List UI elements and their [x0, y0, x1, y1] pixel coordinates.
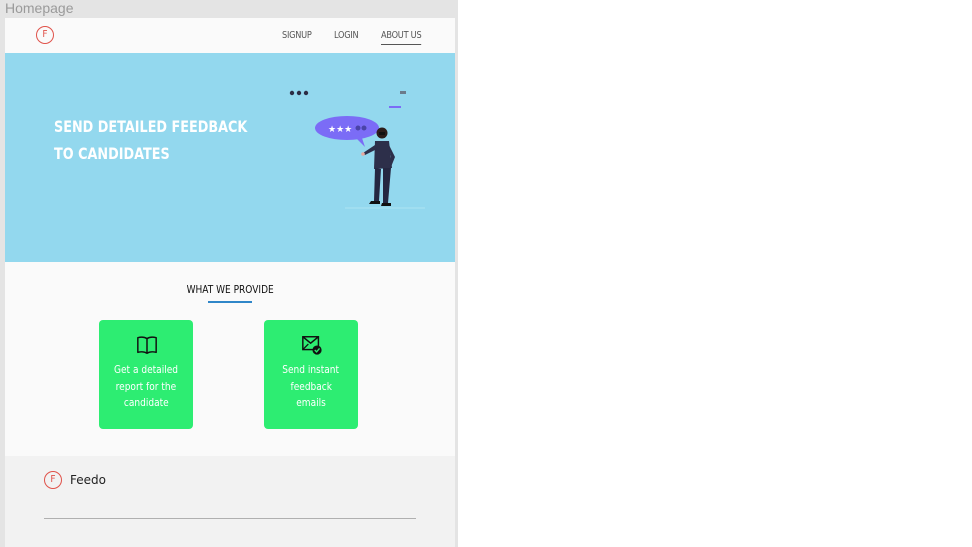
homepage-artboard: F SIGNUP LOGIN ABOUT US SEND DETAILED FE… — [5, 18, 455, 547]
feature-card-detailed-report[interactable]: Get a detailed report for the candidate — [99, 320, 193, 429]
nav-signup-link[interactable]: SIGNUP — [282, 30, 312, 41]
nav-login-link[interactable]: LOGIN — [334, 30, 359, 41]
navbar: F SIGNUP LOGIN ABOUT US — [5, 18, 455, 53]
nav-about-us-link[interactable]: ABOUT US — [381, 30, 422, 45]
book-icon — [137, 336, 157, 354]
footer: F Feedo — [5, 456, 455, 547]
feature-card-text: Send instant feedback emails — [282, 363, 340, 409]
mail-check-icon — [302, 336, 322, 355]
design-canvas: Homepage F SIGNUP LOGIN ABOUT US SEND DE… — [0, 0, 458, 547]
feature-card-instant-emails[interactable]: Send instant feedback emails — [264, 320, 358, 429]
footer-brand-name: Feedo — [70, 473, 106, 487]
footer-logo[interactable]: F — [44, 471, 62, 489]
section-heading-what-we-provide: WHAT WE PROVIDE — [186, 283, 274, 296]
artboard-label[interactable]: Homepage — [5, 0, 74, 16]
person-feedback-bubble-illustration: ★★★ — [289, 90, 425, 209]
hero-banner: SEND DETAILED FEEDBACK TO CANDIDATES ★★★ — [5, 53, 455, 262]
section-heading-underline — [208, 301, 252, 303]
feature-card-text: Get a detailed report for the candidate — [114, 363, 178, 409]
hero-title: SEND DETAILED FEEDBACK TO CANDIDATES — [54, 113, 248, 167]
hero-title-line-2: TO CANDIDATES — [54, 144, 170, 163]
footer-divider — [44, 518, 416, 519]
svg-text:★★★: ★★★ — [328, 125, 352, 135]
hero-title-line-1: SEND DETAILED FEEDBACK — [54, 117, 248, 136]
brand-logo[interactable]: F — [36, 26, 54, 44]
